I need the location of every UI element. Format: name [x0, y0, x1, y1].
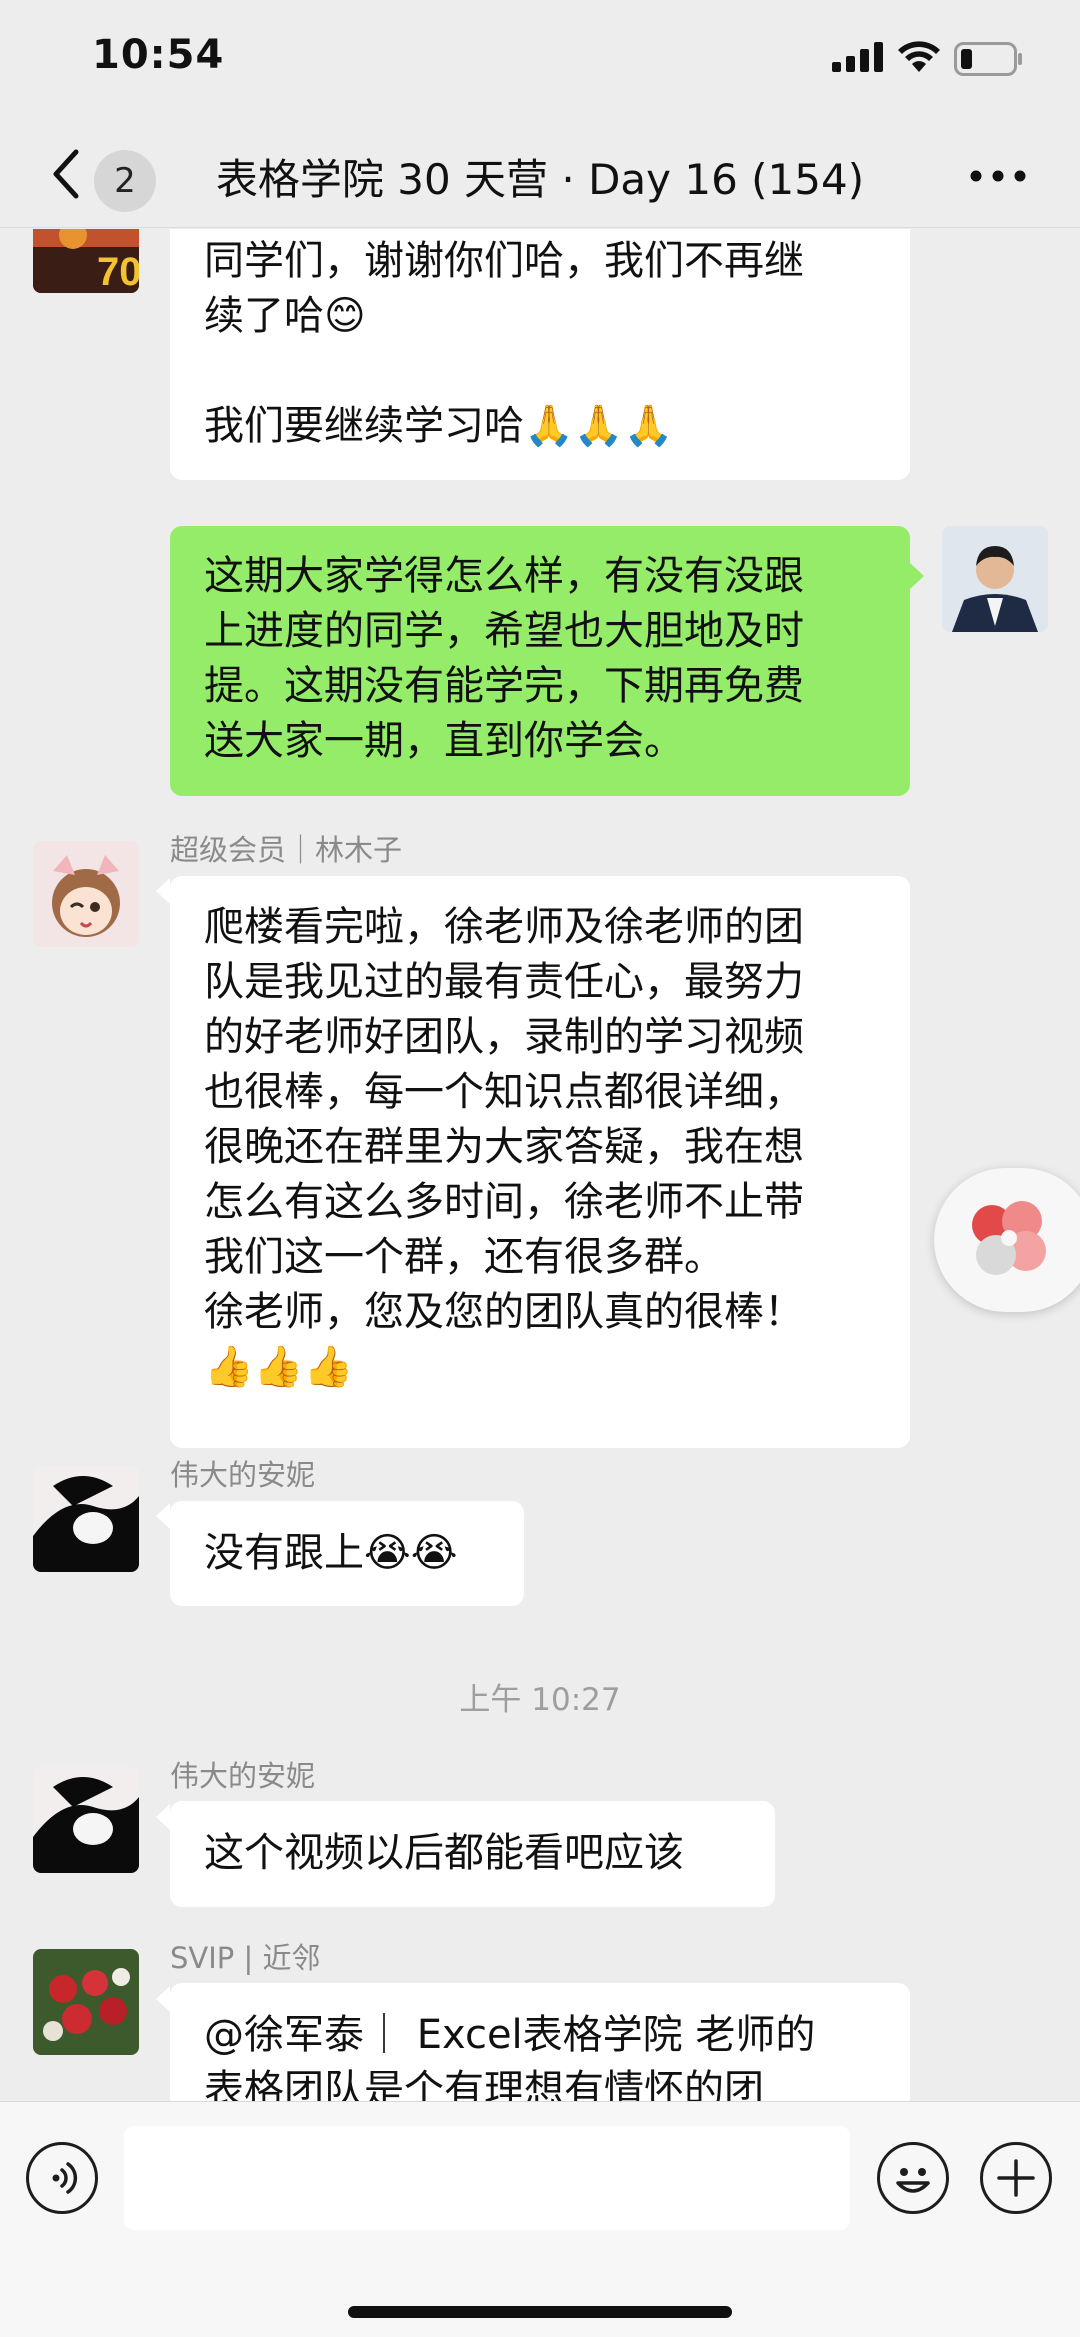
message-timestamp: 上午 10:27 [459, 1682, 621, 1718]
avatar[interactable] [33, 1466, 139, 1572]
bubble-tail [156, 878, 170, 904]
avatar[interactable] [33, 1767, 139, 1873]
sender-name: 伟大的安妮 [170, 1759, 316, 1793]
message-line: @徐军泰｜ Excel表格学院 老师的 [204, 2012, 816, 2058]
message-line: 同学们，谢谢你们哈，我们不再继 [204, 238, 804, 284]
status-bar: 10:54 [0, 0, 1080, 120]
chat-title: 表格学院 30 天营 · Day 16 (154) [215, 155, 865, 204]
floating-window-button[interactable] [934, 1168, 1080, 1312]
avatar-image [33, 841, 139, 947]
emoji-icon [896, 2168, 930, 2193]
voice-button[interactable] [26, 2142, 98, 2214]
message-line: 续了哈😊 [204, 293, 366, 339]
message-line: 没有跟上😭😭 [204, 1530, 458, 1576]
avatar[interactable] [33, 841, 139, 947]
floating-window-icon [972, 1201, 1046, 1275]
message-line: 的好老师好团队，录制的学习视频 [204, 1014, 804, 1060]
message-line: 队是我见过的最有责任心，最努力 [204, 959, 804, 1005]
sender-name: 伟大的安妮 [170, 1458, 316, 1492]
message-line: 上进度的同学，希望也大胆地及时 [204, 608, 804, 654]
message-line: 👍👍👍 [204, 1344, 354, 1390]
wifi-icon [898, 41, 940, 72]
message-line: 这个视频以后都能看吧应该 [204, 1830, 684, 1876]
message-bubble-self[interactable]: 这期大家学得怎么样，有没有没跟 上进度的同学，希望也大胆地及时 提。这期没有能学… [170, 526, 910, 796]
home-indicator [348, 2306, 732, 2318]
avatar[interactable] [33, 1949, 139, 2055]
avatar-image: 70 [33, 229, 139, 293]
avatar-image [33, 1949, 139, 2055]
svg-text:70: 70 [97, 250, 139, 293]
nav-bar: 2 表格学院 30 天营 · Day 16 (154) [0, 120, 1080, 228]
avatar-image [33, 1767, 139, 1873]
message-line: 爬楼看完啦，徐老师及徐老师的团 [204, 904, 804, 950]
message-line: 提。这期没有能学完，下期再免费 [204, 663, 804, 709]
avatar-image [33, 1466, 139, 1572]
message-bubble[interactable]: 爬楼看完啦，徐老师及徐老师的团 队是我见过的最有责任心，最努力 的好老师好团队，… [170, 876, 910, 1448]
message-line: 徐老师，您及您的团队真的很棒！ [204, 1289, 804, 1335]
sender-name: SVIP | 近邻 [170, 1941, 321, 1975]
avatar-self[interactable] [942, 526, 1048, 632]
message-line: 怎么有这么多时间，徐老师不止带 [204, 1179, 804, 1225]
chat-area[interactable]: 70 同学们，谢谢你们哈，我们不再继 续了哈😊 我们要继续学习哈🙏🙏🙏 这期大家… [0, 229, 1080, 2101]
bubble-tail [910, 563, 924, 589]
plus-button[interactable] [980, 2142, 1052, 2214]
message-bubble[interactable]: 同学们，谢谢你们哈，我们不再继 续了哈😊 我们要继续学习哈🙏🙏🙏 [170, 229, 910, 480]
message-line: 这期大家学得怎么样，有没有没跟 [204, 553, 804, 599]
message-bubble[interactable]: 这个视频以后都能看吧应该 [170, 1801, 775, 1907]
bubble-tail [156, 1986, 170, 2012]
emoji-button[interactable] [877, 2142, 949, 2214]
message-line: 我们这一个群，还有很多群。 [204, 1234, 724, 1280]
plus-icon [997, 2159, 1035, 2197]
more-dots-icon[interactable] [968, 164, 1028, 188]
message-bubble[interactable]: 没有跟上😭😭 [170, 1501, 524, 1606]
signal-icon [832, 42, 883, 72]
message-line: 很晚还在群里为大家答疑，我在想 [204, 1124, 804, 1170]
message-line: 表格团队是个有理想有情怀的团 [204, 2067, 764, 2101]
message-line: 也很棒，每一个知识点都很详细， [204, 1069, 804, 1115]
sender-name: 超级会员｜林木子 [170, 833, 403, 867]
battery-icon [954, 42, 1022, 76]
bubble-tail [156, 1503, 170, 1529]
message-line: 我们要继续学习哈🙏🙏🙏 [204, 403, 674, 449]
avatar-image [942, 526, 1048, 632]
bubble-tail [156, 1804, 170, 1830]
message-bubble[interactable]: @徐军泰｜ Excel表格学院 老师的 表格团队是个有理想有情怀的团 [170, 1983, 910, 2101]
message-line [204, 344, 876, 399]
input-bar [0, 2101, 1080, 2337]
avatar[interactable]: 70 [33, 229, 139, 293]
voice-icon [52, 2162, 78, 2194]
message-input[interactable] [124, 2126, 850, 2230]
status-time: 10:54 [92, 32, 225, 78]
message-line: 送大家一期，直到你学会。 [204, 718, 684, 764]
